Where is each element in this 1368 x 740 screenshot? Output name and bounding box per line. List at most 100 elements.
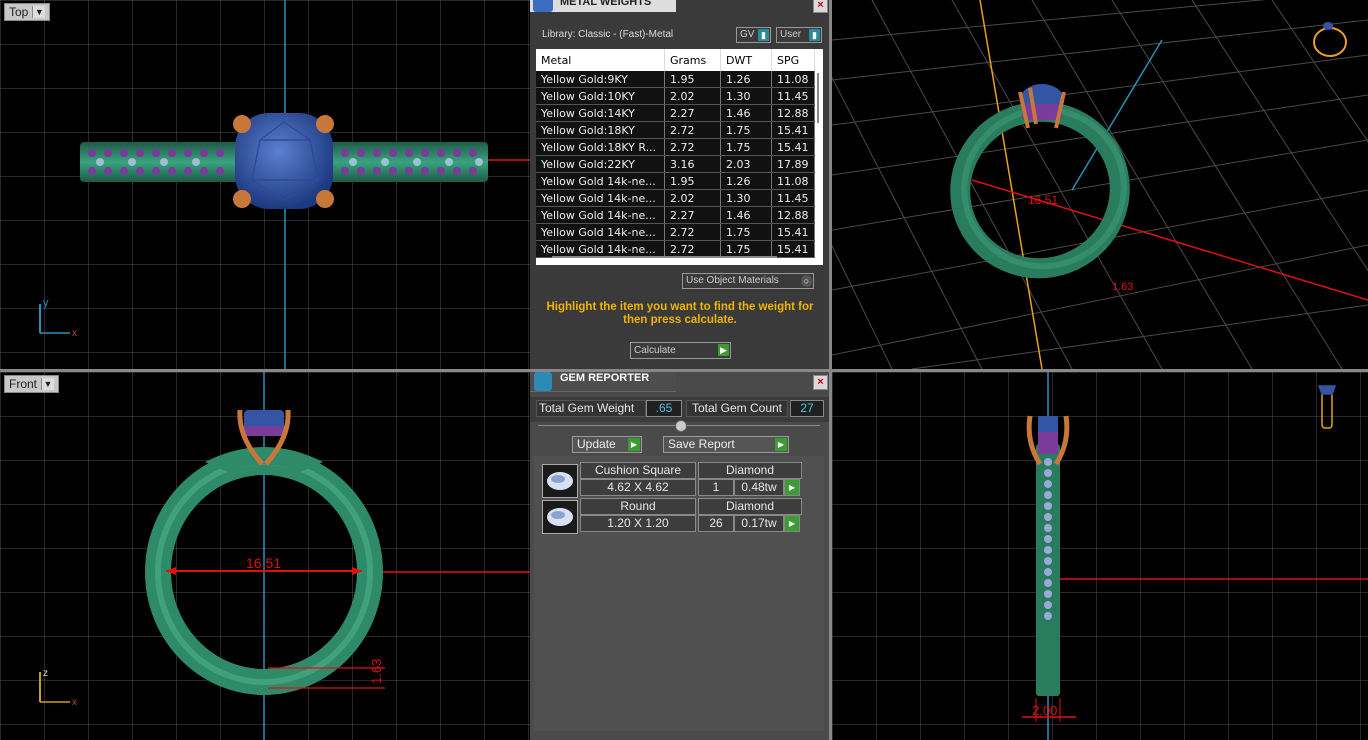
front-viewport-label[interactable]: Front ▼ <box>4 375 60 393</box>
table-row[interactable]: Yellow Gold:14KY 2.27 1.46 12.88 <box>536 104 815 122</box>
table-cell: 2.27 <box>664 206 721 224</box>
gem-size: 1.20 X 1.20 <box>580 515 696 532</box>
use-object-materials-label: Use Object Materials <box>686 275 779 286</box>
splitter-handle-icon[interactable] <box>675 420 687 432</box>
library-label: Library: Classic - (Fast)-Metal <box>542 29 674 40</box>
gem-select-button[interactable]: ▶ <box>784 479 800 496</box>
gem-count: 26 <box>698 515 734 532</box>
svg-text:2.00: 2.00 <box>1032 703 1057 718</box>
vertical-scrollbar[interactable] <box>815 69 821 245</box>
radio-icon: ○ <box>801 275 812 287</box>
svg-text:z: z <box>43 668 48 679</box>
gem-row[interactable]: Round Diamond 1.20 X 1.20 26 0.17tw ▶ <box>542 498 802 534</box>
svg-text:x: x <box>72 328 77 339</box>
chevron-down-icon[interactable]: ▼ <box>41 378 55 390</box>
use-object-materials-toggle[interactable]: Use Object Materials ○ <box>682 273 814 289</box>
table-row[interactable]: Yellow Gold 14k-ne... 1.95 1.26 11.08 <box>536 172 815 190</box>
table-cell: 2.72 <box>664 223 721 241</box>
table-cell: 15.41 <box>771 223 815 241</box>
table-cell: 1.75 <box>720 121 772 139</box>
gem-select-button[interactable]: ▶ <box>784 515 800 532</box>
total-gem-weight-label: Total Gem Weight <box>536 400 646 417</box>
metal-table-container[interactable]: Metal Grams DWT SPG Yellow Gold:9KY 1.95 1… <box>536 49 823 265</box>
user-toggle[interactable]: User ▮ <box>776 27 822 43</box>
table-cell: Yellow Gold 14k-ne... <box>536 189 665 207</box>
metal-weights-titlebar[interactable]: METAL WEIGHTS <box>530 0 676 12</box>
svg-text:16.51: 16.51 <box>246 555 281 571</box>
table-cell: 11.08 <box>771 71 815 88</box>
table-row[interactable]: Yellow Gold:22KY 3.16 2.03 17.89 <box>536 155 815 173</box>
chevron-down-icon[interactable]: ▼ <box>32 6 46 18</box>
table-cell: 2.72 <box>664 240 721 258</box>
toggle-icon: ▮ <box>758 29 769 41</box>
gem-list: Cushion Square Diamond 4.62 X 4.62 1 0.4… <box>534 456 824 731</box>
table-cell: 15.41 <box>771 240 815 258</box>
table-cell: 1.95 <box>664 71 721 88</box>
gem-reporter-title: GEM REPORTER <box>560 372 650 384</box>
gem-reporter-titlebar[interactable]: GEM REPORTER <box>530 371 676 392</box>
close-icon[interactable]: × <box>813 0 828 13</box>
table-row[interactable]: Yellow Gold 14k-ne... 2.27 1.46 12.88 <box>536 206 815 224</box>
table-row[interactable]: Yellow Gold 14k-ne... 2.02 1.30 11.45 <box>536 189 815 207</box>
svg-text:1.63: 1.63 <box>1112 281 1133 293</box>
gem-material: Diamond <box>698 462 802 479</box>
perspective-viewport[interactable]: 16.51 1.63 <box>832 0 1368 369</box>
column-header[interactable]: Grams <box>664 49 721 71</box>
table-cell: Yellow Gold:18KY <box>536 121 665 139</box>
update-button[interactable]: Update ▶ <box>572 436 642 453</box>
table-row[interactable]: Yellow Gold 14k-ne... 2.72 1.75 15.41 <box>536 240 815 258</box>
gem-reporter-logo-icon <box>534 372 552 391</box>
save-report-label: Save Report <box>668 437 735 451</box>
table-row[interactable]: Yellow Gold:18KY 2.72 1.75 15.41 <box>536 121 815 139</box>
table-row[interactable]: Yellow Gold:18KY R... 2.72 1.75 15.41 <box>536 138 815 156</box>
ring-thumbnail-icon[interactable] <box>1313 22 1347 57</box>
table-cell: 1.26 <box>720 71 772 88</box>
calculate-button[interactable]: Calculate ▶ <box>630 342 731 359</box>
play-icon: ▶ <box>775 438 787 451</box>
table-cell: 1.95 <box>664 172 721 190</box>
column-header[interactable]: Metal <box>536 49 665 71</box>
table-row[interactable]: Yellow Gold:10KY 2.02 1.30 11.45 <box>536 87 815 105</box>
gem-shape: Round <box>580 498 696 515</box>
gem-row[interactable]: Cushion Square Diamond 4.62 X 4.62 1 0.4… <box>542 462 802 498</box>
horizontal-scrollbar[interactable] <box>552 256 777 258</box>
instruction-text: Highlight the item you want to find the … <box>546 301 814 326</box>
table-cell: 1.46 <box>720 206 772 224</box>
table-row[interactable]: Yellow Gold:9KY 1.95 1.26 11.08 <box>536 71 815 88</box>
top-viewport[interactable]: y x Top ▼ <box>0 0 530 369</box>
total-gem-count-label: Total Gem Count <box>686 400 788 417</box>
table-cell: Yellow Gold 14k-ne... <box>536 223 665 241</box>
front-viewport[interactable]: 16.51 1.63 z x Front ▼ <box>0 372 530 740</box>
stone-front <box>244 410 284 436</box>
gem-round-icon <box>542 500 578 534</box>
gv-toggle[interactable]: GV ▮ <box>736 27 771 43</box>
table-cell: 1.26 <box>720 172 772 190</box>
calculate-label: Calculate <box>634 345 676 356</box>
table-cell: 1.75 <box>720 138 772 156</box>
table-cell: 2.27 <box>664 104 721 122</box>
table-row[interactable]: Yellow Gold 14k-ne... 2.72 1.75 15.41 <box>536 223 815 241</box>
gem-weight: 0.48tw <box>734 479 784 496</box>
gem-material: Diamond <box>698 498 802 515</box>
gem-count: 1 <box>698 479 734 496</box>
save-report-button[interactable]: Save Report ▶ <box>663 436 789 453</box>
close-icon[interactable]: × <box>813 375 828 390</box>
table-cell: 1.30 <box>720 189 772 207</box>
table-cell: 15.41 <box>771 121 815 139</box>
table-cell: Yellow Gold 14k-ne... <box>536 172 665 190</box>
accent-gems-side <box>1044 458 1052 620</box>
top-view-canvas: y x <box>0 0 530 369</box>
user-label: User <box>780 29 802 40</box>
column-header[interactable]: DWT <box>720 49 772 71</box>
table-cell: 15.41 <box>771 138 815 156</box>
column-header[interactable]: SPG <box>771 49 815 71</box>
table-cell: 12.88 <box>771 104 815 122</box>
top-viewport-label[interactable]: Top ▼ <box>4 3 51 21</box>
metal-weights-panel: METAL WEIGHTS × Library: Classic - (Fast… <box>530 0 830 369</box>
table-cell: 1.75 <box>720 223 772 241</box>
svg-text:16.51: 16.51 <box>1028 193 1058 207</box>
right-viewport[interactable]: 2.00 <box>832 372 1368 740</box>
gv-label: GV <box>740 29 755 40</box>
table-cell: Yellow Gold:18KY R... <box>536 138 665 156</box>
viewport-divider-vertical <box>829 0 832 740</box>
